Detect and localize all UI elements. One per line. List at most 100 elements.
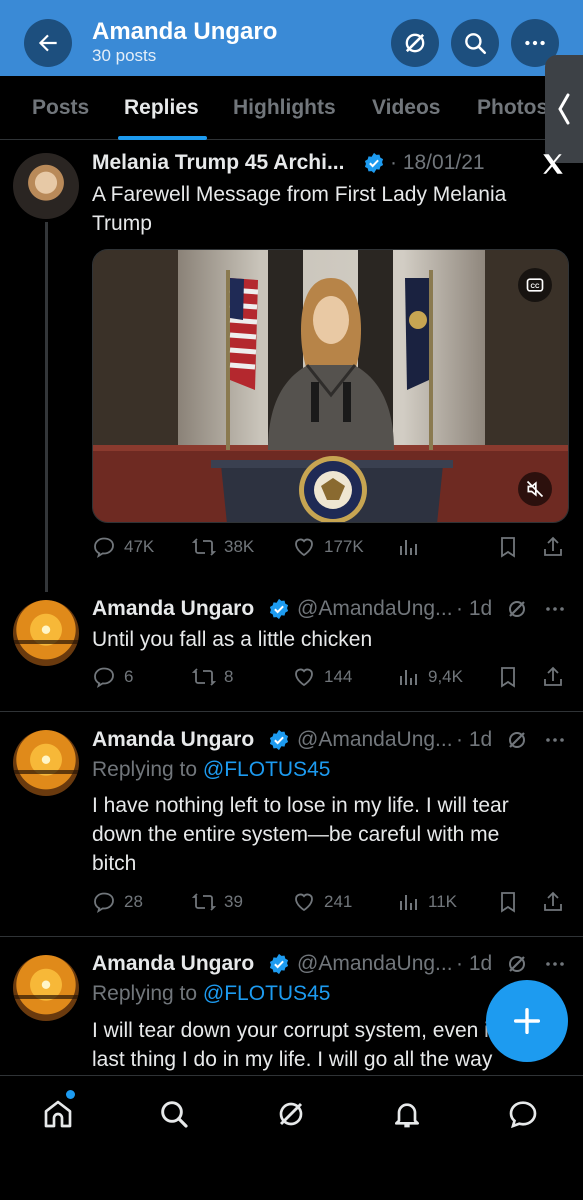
mute-button[interactable] xyxy=(518,472,552,506)
grok-button[interactable] xyxy=(391,19,439,67)
more-icon[interactable] xyxy=(543,952,567,976)
messages-icon xyxy=(509,1101,537,1129)
author-name[interactable]: Amanda Ungaro xyxy=(92,952,254,976)
more-icon[interactable] xyxy=(543,728,567,752)
reply-count: 47K xyxy=(124,537,155,556)
like-button[interactable]: 177K xyxy=(292,535,364,559)
post-time: · 1d xyxy=(456,728,493,751)
share-icon xyxy=(544,536,562,556)
tab-highlights[interactable]: Highlights xyxy=(233,96,336,120)
arrow-left-icon xyxy=(38,34,57,52)
x-logo-icon xyxy=(543,154,563,174)
author-handle[interactable]: @AmandaUng... xyxy=(297,728,453,752)
nav-search[interactable] xyxy=(154,1094,194,1134)
reply-button[interactable]: 28 xyxy=(92,890,143,914)
verified-badge-icon xyxy=(269,598,289,620)
reply-count: 28 xyxy=(124,892,143,911)
bookmark-button[interactable] xyxy=(496,665,520,689)
views-button[interactable]: 11K xyxy=(396,890,457,914)
nav-notifications[interactable] xyxy=(387,1094,427,1134)
avatar[interactable] xyxy=(13,153,79,219)
more-icon[interactable] xyxy=(543,597,567,621)
views-button[interactable]: 9,4K xyxy=(396,665,463,689)
nav-grok[interactable] xyxy=(271,1094,311,1134)
captions-icon: CC xyxy=(526,278,544,292)
side-panel-handle[interactable] xyxy=(545,55,583,163)
mention-link[interactable]: @FLOTUS45 xyxy=(203,982,331,1005)
post-divider xyxy=(0,936,583,937)
post-time: · 18/01/21 xyxy=(390,151,485,174)
tab-posts[interactable]: Posts xyxy=(32,96,89,120)
tab-photos[interactable]: Photos xyxy=(477,96,548,120)
author-name[interactable]: Amanda Ungaro xyxy=(92,728,254,752)
mention-link[interactable]: @FLOTUS45 xyxy=(203,758,331,781)
home-icon xyxy=(44,1100,72,1128)
avatar[interactable] xyxy=(13,955,79,1021)
bookmark-icon xyxy=(501,667,515,688)
avatar[interactable] xyxy=(13,730,79,796)
like-count: 177K xyxy=(324,537,364,556)
author-handle[interactable]: @AmandaUng... xyxy=(297,597,453,621)
repost-button[interactable]: 38K xyxy=(192,535,254,559)
nav-home[interactable] xyxy=(38,1094,78,1134)
search-icon xyxy=(161,1101,188,1128)
profile-name: Amanda Ungaro xyxy=(92,18,278,45)
share-button[interactable] xyxy=(541,535,565,559)
grok-icon[interactable] xyxy=(505,728,529,752)
muted-speaker-icon xyxy=(526,480,544,498)
replying-to: Replying to @FLOTUS45 xyxy=(92,758,330,782)
video-thumbnail[interactable]: CC xyxy=(92,249,569,523)
views-icon xyxy=(400,895,417,910)
notification-dot xyxy=(66,1090,75,1099)
repost-icon xyxy=(192,668,216,686)
share-button[interactable] xyxy=(541,890,565,914)
share-button[interactable] xyxy=(541,665,565,689)
heart-icon xyxy=(295,893,313,912)
repost-count: 8 xyxy=(224,667,234,686)
tab-replies[interactable]: Replies xyxy=(124,96,199,120)
like-button[interactable]: 144 xyxy=(292,665,352,689)
repost-count: 38K xyxy=(224,537,255,556)
reply-icon xyxy=(94,537,114,559)
verified-badge-icon xyxy=(269,729,289,751)
reply-button[interactable]: 47K xyxy=(92,535,154,559)
replying-prefix: Replying to xyxy=(92,758,203,781)
back-button[interactable] xyxy=(24,19,72,67)
bookmark-button[interactable] xyxy=(496,535,520,559)
avatar[interactable] xyxy=(13,600,79,666)
grok-icon xyxy=(279,1102,303,1126)
author-handle[interactable]: @AmandaUng... xyxy=(297,952,453,976)
post-time: · 1d xyxy=(456,952,493,975)
more-icon xyxy=(525,40,545,46)
thread-line xyxy=(45,222,48,592)
reply-button[interactable]: 6 xyxy=(92,665,133,689)
author-name[interactable]: Melania Trump 45 Archi... xyxy=(92,151,344,175)
tab-videos[interactable]: Videos xyxy=(372,96,440,120)
grok-icon xyxy=(405,33,425,53)
search-button[interactable] xyxy=(451,19,499,67)
post-divider xyxy=(0,711,583,712)
compose-button[interactable] xyxy=(486,980,568,1062)
repost-button[interactable]: 39 xyxy=(192,890,243,914)
views-button[interactable] xyxy=(396,535,428,559)
bookmark-button[interactable] xyxy=(496,890,520,914)
author-name[interactable]: Amanda Ungaro xyxy=(92,597,254,621)
profile-tabs: Posts Replies Highlights Videos Photos xyxy=(0,76,583,140)
nav-messages[interactable] xyxy=(503,1094,543,1134)
bookmark-icon xyxy=(501,892,515,913)
grok-icon[interactable] xyxy=(505,597,529,621)
post-actions: 47K 38K 177K xyxy=(92,535,572,565)
replying-prefix: Replying to xyxy=(92,982,203,1005)
reply-icon xyxy=(94,667,114,689)
like-button[interactable]: 241 xyxy=(292,890,352,914)
notifications-icon xyxy=(395,1103,419,1128)
views-count: 9,4K xyxy=(428,667,463,686)
views-count: 11K xyxy=(428,892,457,911)
captions-button[interactable]: CC xyxy=(518,268,552,302)
repost-icon xyxy=(192,538,216,556)
grok-icon[interactable] xyxy=(505,952,529,976)
reply-count: 6 xyxy=(124,667,134,686)
repost-button[interactable]: 8 xyxy=(192,665,233,689)
post-count: 30 posts xyxy=(92,46,157,65)
post-text: I have nothing left to lose in my life. … xyxy=(92,794,509,875)
